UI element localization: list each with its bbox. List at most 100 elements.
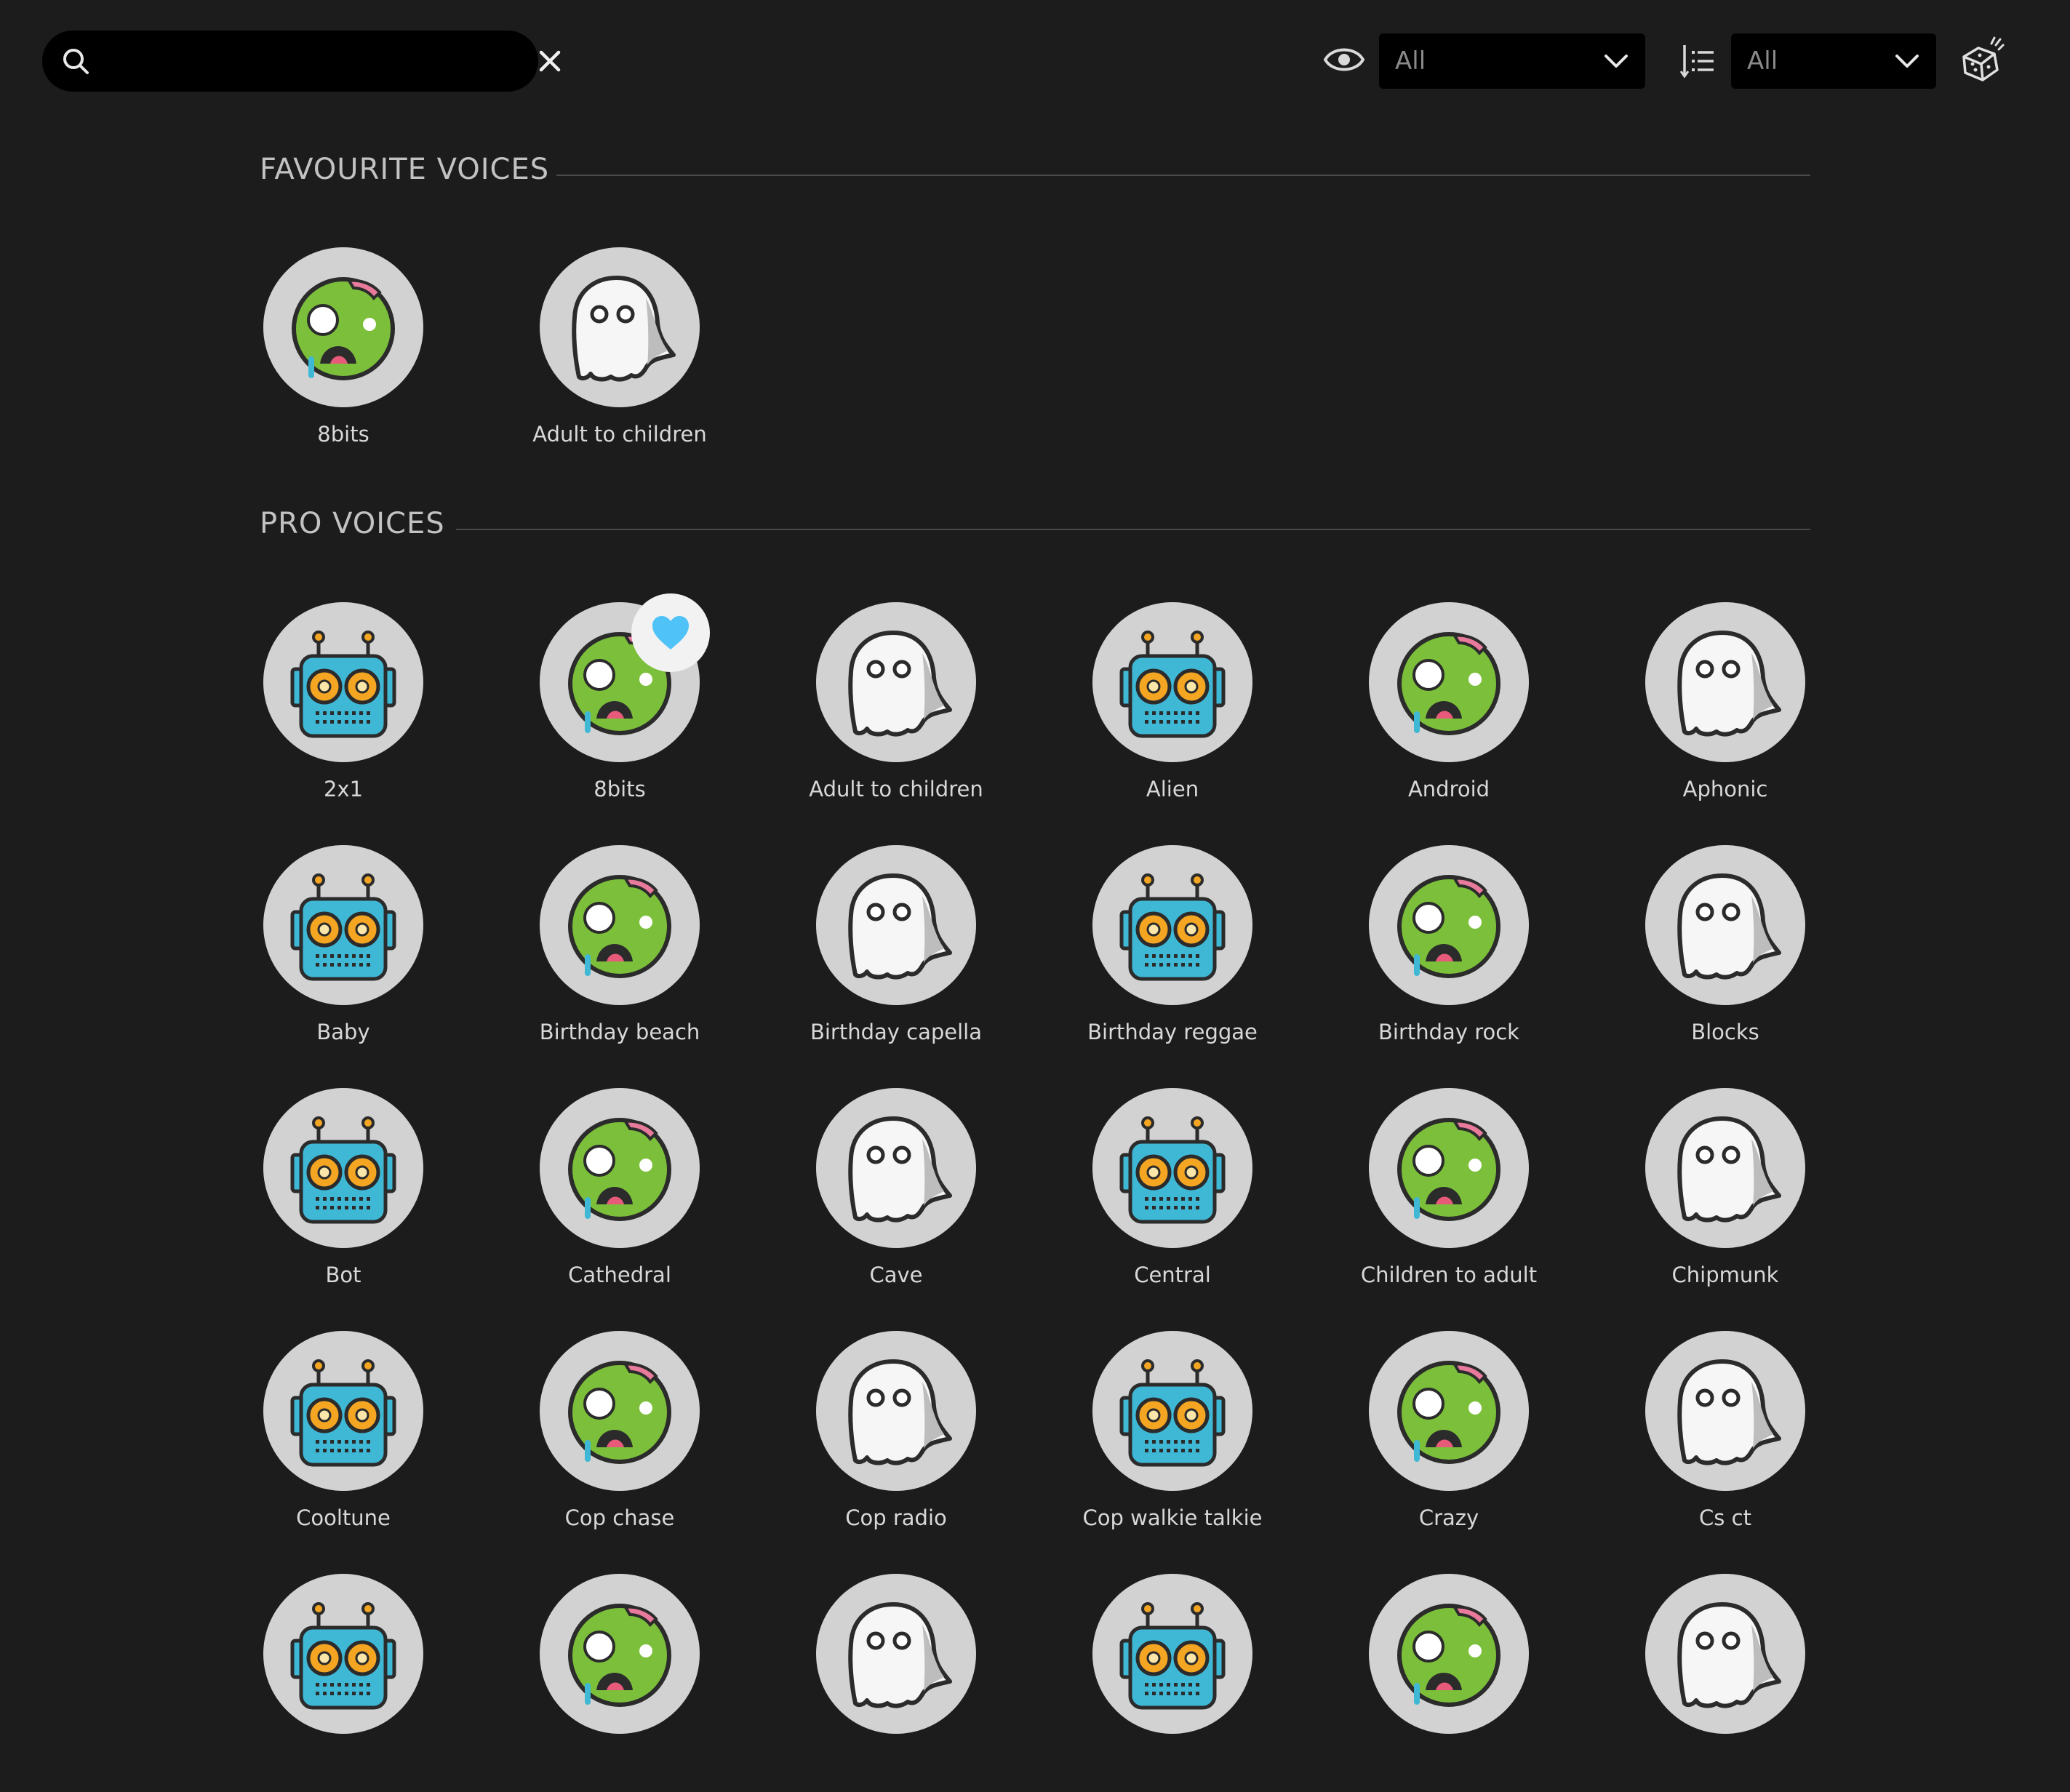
eye-icon[interactable] (1322, 41, 1366, 79)
ghost-icon (1677, 1116, 1781, 1223)
voice-item[interactable]: Cathedral (499, 1088, 739, 1306)
section-divider (456, 529, 1810, 530)
voice-label: Cathedral (568, 1263, 671, 1287)
voice-avatar (540, 1331, 700, 1491)
voice-avatar (1092, 845, 1252, 1005)
voice-avatar (1092, 1574, 1252, 1734)
voice-avatar (1369, 602, 1529, 762)
favourite-heart-button[interactable] (631, 593, 710, 672)
robot-icon (290, 1359, 396, 1467)
voice-item[interactable]: 8bits (223, 247, 463, 465)
voice-item[interactable]: Adult to children (499, 247, 739, 465)
voice-item[interactable] (223, 1574, 463, 1792)
voice-avatar (816, 602, 976, 762)
voice-item[interactable]: Cs ct (1605, 1331, 1845, 1549)
voice-label: 8bits (594, 777, 646, 801)
pro-voices-header: PRO VOICES (260, 507, 1810, 551)
ghost-icon (1677, 1602, 1781, 1708)
voice-label: Birthday beach (539, 1020, 700, 1044)
voice-avatar (263, 602, 423, 762)
voice-item[interactable]: Blocks (1605, 845, 1845, 1063)
sort-filter-select[interactable]: All (1731, 33, 1936, 89)
robot-icon (1119, 873, 1226, 981)
voice-item[interactable] (499, 1574, 739, 1792)
voice-item[interactable]: Cave (775, 1088, 1015, 1306)
voice-item[interactable]: Alien (1052, 602, 1292, 820)
voice-avatar (263, 1574, 423, 1734)
zombie-icon (292, 277, 395, 380)
zombie-icon (568, 1118, 671, 1221)
voice-item[interactable]: Central (1052, 1088, 1292, 1306)
chevron-down-icon (1895, 55, 1919, 68)
voice-label: Alien (1146, 777, 1199, 801)
voice-avatar (540, 845, 700, 1005)
voice-item[interactable]: Crazy (1328, 1331, 1568, 1549)
voice-avatar (540, 247, 700, 407)
voice-label: Birthday reggae (1087, 1020, 1258, 1044)
voice-item[interactable]: Birthday capella (775, 845, 1015, 1063)
voice-item[interactable]: Baby (223, 845, 463, 1063)
clear-search-button[interactable] (535, 47, 564, 76)
voice-avatar (1645, 1574, 1805, 1734)
section-title: FAVOURITE VOICES (260, 153, 550, 186)
voice-item[interactable] (1328, 1574, 1568, 1792)
voice-avatar (1369, 1574, 1529, 1734)
zombie-icon (568, 875, 671, 978)
voice-item[interactable]: Birthday reggae (1052, 845, 1292, 1063)
voice-label: Cop radio (845, 1505, 947, 1530)
ghost-icon (848, 1116, 952, 1223)
voice-item[interactable]: Bot (223, 1088, 463, 1306)
sort-filter-value: All (1747, 47, 1778, 76)
voice-item[interactable]: Android (1328, 602, 1568, 820)
search-input[interactable] (108, 39, 503, 84)
voice-item[interactable]: Cop chase (499, 1331, 739, 1549)
voice-avatar (540, 1574, 700, 1734)
zombie-icon (1397, 875, 1500, 978)
robot-icon (290, 1116, 396, 1224)
voice-item[interactable]: Chipmunk (1605, 1088, 1845, 1306)
sort-list-icon[interactable] (1680, 42, 1717, 80)
voice-item[interactable]: Cooltune (223, 1331, 463, 1549)
voice-item[interactable]: 2x1 (223, 602, 463, 820)
voice-label: Cooltune (296, 1505, 391, 1530)
voice-label: Adult to children (809, 777, 983, 801)
voice-label: Crazy (1418, 1505, 1479, 1530)
voice-label: 2x1 (323, 777, 364, 801)
voice-avatar (263, 845, 423, 1005)
visibility-filter-select[interactable]: All (1379, 33, 1645, 89)
voice-label: Cs ct (1699, 1505, 1751, 1530)
voice-avatar (816, 845, 976, 1005)
voice-item[interactable]: Cop walkie talkie (1052, 1331, 1292, 1549)
voice-label: Birthday capella (810, 1020, 983, 1044)
zombie-icon (568, 1361, 671, 1464)
voice-avatar (1369, 1088, 1529, 1248)
voice-item[interactable]: Birthday rock (1328, 845, 1568, 1063)
voice-item[interactable] (1605, 1574, 1845, 1792)
voice-avatar (816, 1574, 976, 1734)
voice-item[interactable]: Cop radio (775, 1331, 1015, 1549)
voice-item[interactable]: Aphonic (1605, 602, 1845, 820)
voice-label: Adult to children (532, 422, 707, 447)
voice-item[interactable]: Birthday beach (499, 845, 739, 1063)
voice-avatar (263, 1331, 423, 1491)
ghost-icon (1677, 1359, 1781, 1465)
voice-item[interactable]: Adult to children (775, 602, 1015, 820)
voice-item[interactable]: Children to adult (1328, 1088, 1568, 1306)
voice-item[interactable] (775, 1574, 1015, 1792)
voice-item[interactable] (1052, 1574, 1292, 1792)
voice-label: Android (1407, 777, 1490, 801)
voice-avatar (263, 247, 423, 407)
robot-icon (290, 631, 396, 738)
ghost-icon (848, 1359, 952, 1465)
robot-icon (1119, 631, 1226, 738)
heart-icon (652, 616, 689, 649)
voice-label: Cop chase (564, 1505, 675, 1530)
ghost-icon (1677, 873, 1781, 980)
voice-avatar (1645, 602, 1805, 762)
favourite-voices-header: FAVOURITE VOICES (260, 153, 1810, 196)
section-title: PRO VOICES (260, 507, 445, 540)
zombie-icon (1397, 1604, 1500, 1707)
search-icon (63, 49, 89, 74)
voice-label: Aphonic (1682, 777, 1768, 801)
dice-icon[interactable] (1957, 35, 2005, 84)
